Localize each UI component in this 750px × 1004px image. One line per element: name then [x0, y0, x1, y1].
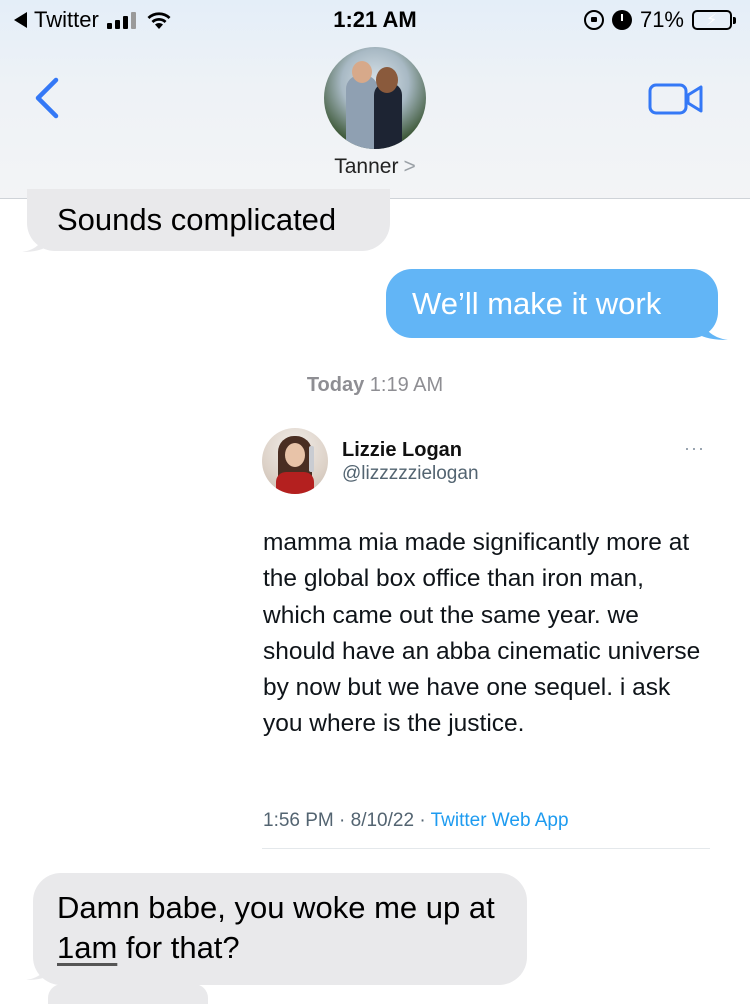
- tweet-source-link[interactable]: Twitter Web App: [431, 810, 569, 831]
- tweet-card[interactable]: Lizzie Logan @lizzzzzielogan ··· mamma m…: [262, 420, 710, 850]
- status-bar: Twitter 1:21 AM 71% ⚡: [0, 0, 750, 40]
- battery-percent: 71%: [639, 7, 684, 32]
- video-camera-icon[interactable]: [648, 82, 704, 116]
- message-text-part: for that?: [117, 930, 240, 965]
- timestamp-time: 1:19 AM: [369, 374, 444, 396]
- tweet-author-handle[interactable]: @lizzzzzielogan: [342, 463, 479, 485]
- bubble-tail: [698, 314, 728, 340]
- orientation-lock-icon: [583, 10, 604, 30]
- message-timestamp: Today 1:19 AM: [0, 374, 750, 397]
- alarm-icon: [611, 10, 632, 30]
- tweet-text: mamma mia made significantly more at the…: [263, 529, 701, 738]
- timestamp-day: Today: [306, 374, 365, 396]
- tweet-time: 1:56 PM · 8/10/22 ·: [263, 810, 431, 831]
- tweet-divider: [262, 848, 710, 849]
- tweet-author-name[interactable]: Lizzie Logan: [342, 439, 462, 462]
- conversation-header: Twitter 1:21 AM 71% ⚡ Tanner >: [0, 0, 750, 199]
- battery-icon: ⚡: [692, 10, 736, 30]
- contact-name-button[interactable]: Tanner >: [0, 155, 750, 179]
- tweet-meta: 1:56 PM · 8/10/22 · Twitter Web App: [263, 810, 569, 832]
- chevron-right-icon: >: [403, 155, 416, 178]
- bubble-tail: [26, 956, 52, 980]
- sent-message[interactable]: We’ll make it work: [386, 269, 718, 338]
- bubble-tail: [22, 228, 48, 252]
- partial-next-message: [48, 984, 208, 1004]
- message-text-part: Damn babe, you woke me up at: [57, 890, 495, 925]
- time-detected-link[interactable]: 1am: [57, 930, 117, 965]
- tweet-author-avatar[interactable]: [262, 428, 328, 494]
- more-options-icon[interactable]: ···: [684, 438, 705, 459]
- received-message[interactable]: Sounds complicated: [27, 189, 390, 251]
- back-chevron-icon[interactable]: [30, 76, 66, 120]
- contact-name: Tanner: [334, 155, 399, 178]
- status-right: 71% ⚡: [583, 6, 736, 34]
- message-text: We’ll make it work: [412, 286, 662, 321]
- contact-avatar[interactable]: [324, 47, 426, 149]
- received-message[interactable]: Damn babe, you woke me up at 1am for tha…: [33, 873, 527, 985]
- message-text: Sounds complicated: [57, 202, 337, 237]
